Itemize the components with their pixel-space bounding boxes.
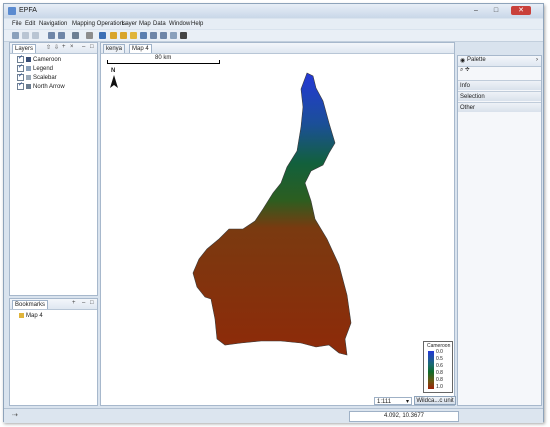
undo-icon[interactable] [110,32,117,39]
map-legend: Cameroon 0.0 0.5 0.6 0.8 0.8 1.0 [423,341,453,393]
palette-pane: ◉ Palette › ⌕ ✥ Info Selection Other [457,55,542,406]
minimize-pane-icon[interactable]: – [82,44,85,50]
legend-tick: 0.5 [436,356,443,362]
north-arrow-icon [26,84,31,89]
import-icon[interactable] [48,32,55,39]
export-icon[interactable] [58,32,65,39]
collapse-icon[interactable]: › [536,57,538,63]
menu-file[interactable]: File [12,21,22,27]
zoom-out-icon[interactable] [160,32,167,39]
settings-icon[interactable] [86,32,93,39]
layer-remove-icon[interactable]: × [70,44,74,50]
maximize-button[interactable]: □ [489,6,503,15]
layer-add-icon[interactable]: + [62,44,66,50]
bookmarks-pane: Bookmarks + – □ Map 4 [9,298,98,406]
legend-gradient [428,351,434,389]
main-toolbar [4,30,543,42]
minimize-pane-icon[interactable]: – [82,300,85,306]
map-layer-icon [26,57,31,62]
menu-edit[interactable]: Edit [25,21,35,27]
palette-section-selection[interactable]: Selection [458,91,541,101]
zoom-in-icon[interactable] [150,32,157,39]
chevron-down-icon: ▾ [405,399,409,405]
title-bar: EPFA – □ ✕ [4,4,543,18]
pan-icon[interactable] [130,32,137,39]
redo-icon[interactable] [120,32,127,39]
legend-tick: 0.0 [436,349,443,355]
menu-navigation[interactable]: Navigation [39,21,67,27]
legend-tick: 0.6 [436,363,443,369]
palette-icon: ◉ [460,58,466,64]
map-canvas[interactable] [101,43,456,407]
status-bar: ⇢ 4.092, 10.3677 [4,408,543,423]
checkbox-icon[interactable] [17,63,24,72]
layer-item-north-arrow[interactable]: North Arrow [17,81,65,91]
layer-item-cameroon[interactable]: Cameroon [17,54,62,64]
app-logo-icon [8,7,16,15]
checkbox-icon[interactable] [17,54,24,63]
window-title: EPFA [19,7,37,14]
cameroon-region [192,72,352,356]
maximize-pane-icon[interactable]: □ [90,300,94,306]
layer-up-icon[interactable]: ⇧ [46,44,51,51]
tab-bookmarks-label: Bookmarks [15,302,46,308]
menu-layer[interactable]: Layer [122,21,137,27]
palette-header: ◉ Palette › [458,56,541,67]
tab-layers[interactable]: Layers [12,44,37,53]
app-window: EPFA – □ ✕ File Edit Navigation Mapping … [3,3,544,423]
palette-section-other[interactable]: Other [458,102,541,112]
palette-section-info[interactable]: Info [458,80,541,90]
save-all-icon[interactable] [32,32,39,39]
bookmark-label: Map 4 [26,313,43,319]
layer-label: Scalebar [33,75,57,82]
menu-bar: File Edit Navigation Mapping Operations … [4,19,543,29]
menu-mapping-operations[interactable]: Mapping Operations [72,21,126,27]
scale-value: 1:111 [377,399,392,405]
select-icon[interactable] [170,32,177,39]
zoom-icon[interactable]: ⌕ [460,67,463,73]
new-icon[interactable] [12,32,19,39]
layers-header: Layers ⇧ ⇩ + × – □ [10,43,97,54]
legend-tick: 1.0 [436,384,443,390]
bookmark-item[interactable]: Map 4 [19,312,43,320]
print-icon[interactable] [72,32,79,39]
checkbox-icon[interactable] [17,81,24,90]
bookmark-add-icon[interactable]: + [72,300,76,306]
menu-window[interactable]: Window [169,21,190,27]
legend-icon [26,66,31,71]
maximize-pane-icon[interactable]: □ [90,44,94,50]
save-icon[interactable] [22,32,29,39]
info-icon[interactable] [180,32,187,39]
menu-data[interactable]: Data [153,21,166,27]
tab-bookmarks[interactable]: Bookmarks [12,300,49,309]
legend-tick: 0.8 [436,370,443,376]
close-button[interactable]: ✕ [511,6,531,15]
crs-button[interactable]: Wildca...c unit [414,396,456,405]
menu-help[interactable]: Help [191,21,203,27]
minimize-button[interactable]: – [469,6,483,15]
scale-select[interactable]: 1:111 ▾ [374,397,412,405]
palette-title: Palette [467,57,486,63]
layer-label: Cameroon [33,57,62,64]
tab-layers-label: Layers [15,46,34,52]
pan-icon[interactable]: ✥ [465,67,470,73]
layer-label: North Arrow [33,84,65,91]
coordinates-readout: 4.092, 10.3677 [349,411,459,422]
menu-map[interactable]: Map [139,21,151,27]
palette-tools: ⌕ ✥ [460,67,470,74]
map-editor: kenya Map 4 80 km N Cameroon 0.0 0.5 0.6… [100,42,456,407]
folder-icon [19,312,24,318]
layers-pane: Layers ⇧ ⇩ + × – □ Cameroon Legend Scale… [9,42,98,296]
checkbox-icon[interactable] [17,72,24,81]
layer-down-icon[interactable]: ⇩ [54,44,59,51]
zoom-extent-icon[interactable] [140,32,147,39]
legend-tick: 0.8 [436,377,443,383]
refresh-icon[interactable] [99,32,106,39]
bookmarks-header: Bookmarks + – □ [10,299,97,310]
status-icon: ⇢ [12,412,18,419]
scalebar-icon [26,75,31,80]
layer-label: Legend [33,66,54,73]
